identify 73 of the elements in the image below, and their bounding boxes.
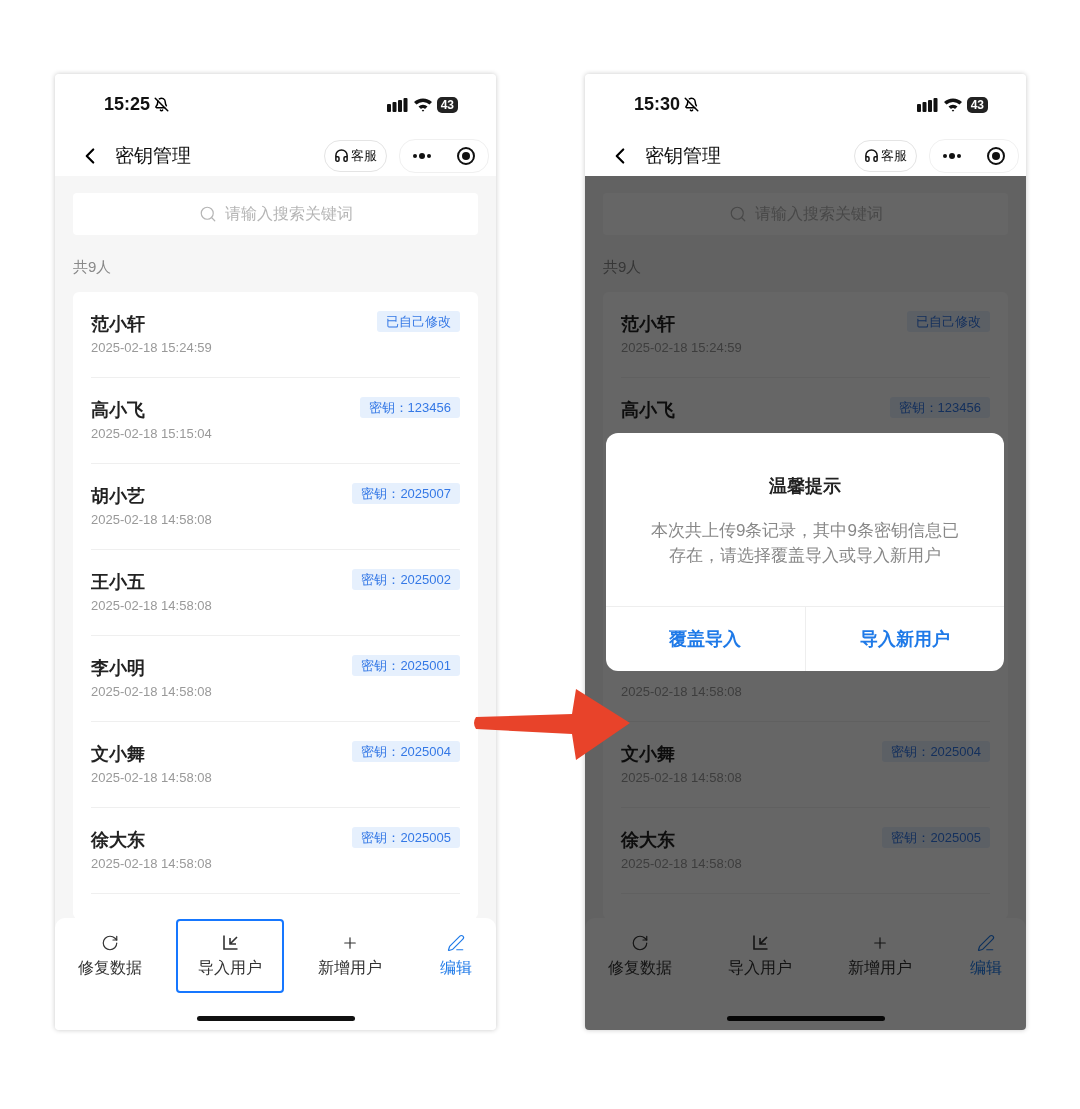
member-count: 共9人 [73,258,113,277]
signal-icon [916,97,939,112]
user-name: 高小飞 [621,399,675,420]
dialog-button[interactable]: 覆盖导入 [606,607,805,671]
user-name: 范小轩 [621,313,676,334]
bell-muted-icon [154,97,170,112]
key-tag: 密钥：123456 [359,397,460,418]
import-icon [221,934,239,952]
battery-level: 43 [966,96,988,113]
refresh-icon [101,934,119,952]
key-tag: 已自己修改 [907,311,990,332]
bell-muted-icon [684,97,700,112]
key-tag: 密钥：123456 [889,397,990,418]
update-time: 2025-02-18 15:15:04 [91,426,212,442]
refresh-icon [631,934,649,952]
target-icon [986,145,1006,166]
plus-icon [341,934,359,952]
key-tag: 密钥：2025005 [882,827,990,848]
toolbar-button[interactable]: 修复数据 [56,919,164,993]
user-name: 文小舞 [621,743,676,764]
status-time: 15:30 [634,94,681,115]
update-time: 2025-02-18 14:58:08 [91,770,212,786]
wifi-icon [942,97,963,112]
customer-service-button[interactable]: 客服 [324,139,387,172]
user-name: 王小五 [91,571,146,592]
user-name: 高小飞 [91,399,146,420]
battery-level: 43 [436,96,458,113]
more-icon [412,151,432,160]
toolbar-button[interactable]: 新增用户 [296,919,404,993]
update-time: 2025-02-18 14:58:08 [91,598,212,614]
toolbar-button[interactable]: 新增用户 [826,919,934,993]
pencil-icon [977,934,995,952]
key-tag: 密钥：2025001 [352,655,460,676]
toolbar-button[interactable]: 导入用户 [706,919,814,993]
search-icon [728,205,747,223]
pencil-icon [447,934,465,952]
search-field[interactable]: 请输入搜索关键词 [73,193,478,235]
target-icon [456,145,476,166]
user-name: 范小轩 [91,313,146,334]
search-icon [198,205,217,223]
headphones-icon [334,148,349,163]
dialog-title: 温馨提示 [768,475,842,498]
key-tag: 密钥：2025005 [352,827,460,848]
toolbar-button[interactable]: 编辑 [946,919,1026,993]
wifi-icon [412,97,433,112]
update-time: 2025-02-18 14:58:08 [91,856,212,872]
key-tag: 密钥：2025007 [352,483,460,504]
user-name: 胡小艺 [91,485,146,506]
signal-icon [386,97,409,112]
user-name: 文小舞 [91,743,146,764]
toolbar-button[interactable]: 编辑 [416,919,496,993]
key-tag: 密钥：2025004 [352,741,460,762]
plus-icon [871,934,889,952]
customer-service-button[interactable]: 客服 [854,139,917,172]
user-name: 徐大东 [91,829,146,850]
key-tag: 密钥：2025002 [352,569,460,590]
key-tag: 密钥：2025004 [882,741,990,762]
key-tag: 已自己修改 [377,311,460,332]
status-time: 15:25 [104,94,151,115]
dialog-message: 本次共上传9条记录，其中9条密钥信息已存在，请选择覆盖导入或导入新用户 [650,520,960,567]
update-time: 2025-02-18 15:24:59 [91,340,212,356]
toolbar-button[interactable]: 修复数据 [586,919,694,993]
update-time: 2025-02-18 14:58:08 [91,512,212,528]
update-time: 2025-02-18 14:58:08 [91,684,212,700]
dialog-button[interactable]: 导入新用户 [804,607,1004,671]
user-name: 徐大东 [621,829,676,850]
headphones-icon [864,148,879,163]
toolbar-button[interactable]: 导入用户 [176,919,284,993]
import-icon [751,934,769,952]
page-title: 密钥管理 [115,143,192,168]
more-icon [942,151,962,160]
page-title: 密钥管理 [645,143,722,168]
user-name: 李小明 [91,657,146,678]
